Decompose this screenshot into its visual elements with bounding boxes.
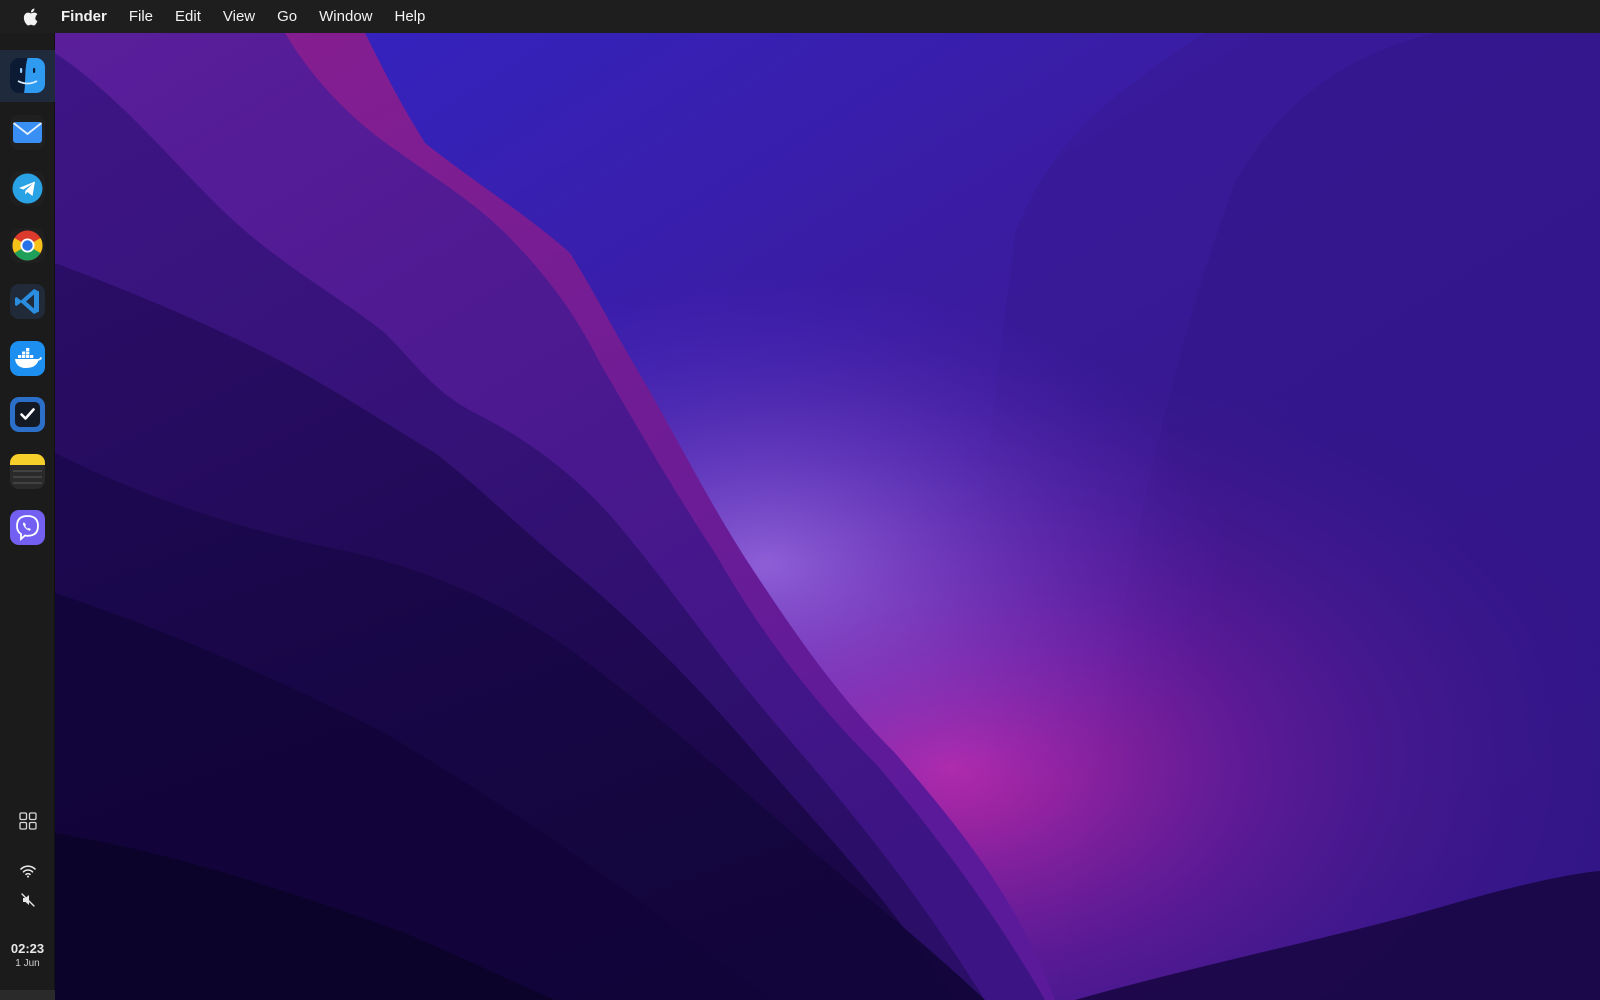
dock-app-tasks[interactable] — [10, 397, 45, 432]
wifi-icon — [19, 865, 36, 878]
viber-icon — [10, 510, 45, 545]
launchpad-button[interactable] — [0, 812, 55, 830]
chrome-icon — [10, 228, 45, 263]
menu-go[interactable]: Go — [266, 0, 308, 33]
menu-bar: Finder File Edit View Go Window Help — [0, 0, 1600, 33]
checkmark-icon — [10, 397, 45, 432]
wallpaper-graphic — [55, 33, 1600, 1000]
menu-view[interactable]: View — [212, 0, 266, 33]
grid-icon — [18, 812, 37, 830]
dock-app-viber[interactable] — [10, 510, 45, 545]
wifi-status[interactable] — [0, 864, 55, 878]
dock-app-notes[interactable] — [10, 454, 45, 489]
vscode-icon — [10, 284, 45, 319]
telegram-icon — [10, 171, 45, 206]
muted-speaker-icon — [20, 893, 35, 907]
dock-app-vscode[interactable] — [10, 284, 45, 319]
dock-app-mail[interactable] — [10, 115, 45, 150]
apple-menu-icon[interactable] — [15, 0, 45, 33]
dock-app-chrome[interactable] — [10, 228, 45, 263]
clock-date: 1 Jun — [15, 958, 40, 969]
finder-icon — [10, 58, 45, 93]
dock-bottom-edge — [0, 990, 55, 1000]
docker-icon — [10, 341, 45, 376]
sound-status[interactable] — [0, 892, 55, 908]
dock-app-telegram[interactable] — [10, 171, 45, 206]
menu-window[interactable]: Window — [308, 0, 383, 33]
notes-icon — [10, 454, 45, 489]
dock-app-finder[interactable] — [10, 58, 45, 93]
desktop-wallpaper[interactable] — [55, 33, 1600, 1000]
menu-help[interactable]: Help — [384, 0, 437, 33]
app-menu-finder[interactable]: Finder — [61, 0, 118, 33]
mail-icon — [10, 115, 45, 150]
clock[interactable]: 02:23 1 Jun — [0, 941, 55, 969]
dock-app-docker[interactable] — [10, 341, 45, 376]
clock-time: 02:23 — [10, 941, 45, 956]
dock: 02:23 1 Jun — [0, 33, 55, 1000]
menu-file[interactable]: File — [118, 0, 164, 33]
menu-edit[interactable]: Edit — [164, 0, 212, 33]
